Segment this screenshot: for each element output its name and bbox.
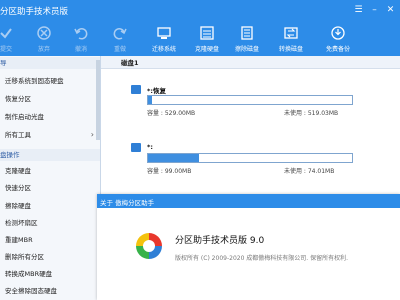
free-backup-label: 免费备份 xyxy=(325,46,350,53)
redo-button[interactable]: 重做 xyxy=(100,22,140,56)
sidebar-item-clone-disk[interactable]: 克隆硬盘 xyxy=(0,164,100,178)
undo-label: 撤消 xyxy=(74,46,87,53)
about-dialog-titlebar[interactable]: 关于 傲梅分区助手 xyxy=(97,194,400,208)
sidebar-item-migrate-os[interactable]: 迁移系统到固态硬盘 xyxy=(0,74,100,88)
migrate-system-button[interactable]: 迁移系统 xyxy=(144,22,184,56)
submit-icon xyxy=(0,28,12,39)
about-dialog: 关于 傲梅分区助手 分区助手技术员版 9.0 版权所有 (C) 2009-202… xyxy=(97,194,400,300)
partition-name: *: xyxy=(147,143,153,151)
sidebar: 导 迁移系统到固态硬盘 恢复分区 制作启动光盘 所有工具 › 盘操作 克隆硬盘 … xyxy=(0,56,101,300)
partition-unnamed[interactable]: *: 容量 : 99.00MB 未使用 : 74.01MB xyxy=(129,142,355,180)
free-backup-icon xyxy=(331,26,345,40)
undo-icon xyxy=(74,28,88,40)
partition-icon xyxy=(131,143,141,152)
partition-usage-bar xyxy=(147,95,353,105)
wipe-disk-button[interactable]: 擦除磁盘 xyxy=(227,22,267,56)
partition-icon xyxy=(131,85,141,94)
sidebar-item-label: 克隆硬盘 xyxy=(5,167,31,175)
migrate-system-label: 迁移系统 xyxy=(151,46,176,53)
about-app-name: 分区助手技术员版 9.0 xyxy=(175,236,265,246)
redo-icon xyxy=(113,28,127,40)
sidebar-item-label: 重建MBR xyxy=(5,236,33,244)
migrate-system-icon xyxy=(157,27,171,39)
partition-free: 未使用 : 519.03MB xyxy=(284,110,339,117)
disk-header: 磁盘1 xyxy=(101,56,400,69)
sidebar-item-label: 安全擦除固态硬盘 xyxy=(5,287,57,295)
clone-disk-icon xyxy=(200,26,214,40)
convert-disk-label: 转换磁盘 xyxy=(278,46,303,53)
sidebar-section-disk-ops-label: 盘操作 xyxy=(0,151,20,159)
sidebar-item-label: 快速分区 xyxy=(5,184,31,192)
sidebar-item-wipe-disk[interactable]: 擦除硬盘 xyxy=(0,199,100,213)
partition-name: *:恢复 xyxy=(147,87,166,95)
sidebar-item-convert-mbr[interactable]: 转换成MBR硬盘 xyxy=(0,267,100,281)
partition-free: 未使用 : 74.01MB xyxy=(284,168,335,175)
partition-usage-bar xyxy=(147,153,353,163)
partition-usage-fill xyxy=(148,96,153,104)
sidebar-item-bootable-media[interactable]: 制作启动光盘 xyxy=(0,110,100,124)
sidebar-item-recover-partition[interactable]: 恢复分区 xyxy=(0,92,100,106)
wipe-disk-icon xyxy=(241,26,253,40)
clone-disk-label: 克隆硬盘 xyxy=(194,46,219,53)
submit-button[interactable]: 提交 xyxy=(0,22,26,56)
free-backup-button[interactable]: 免费备份 xyxy=(315,22,361,56)
window-title: 分区助手技术员版 xyxy=(0,7,69,17)
sidebar-section-wizard-label: 导 xyxy=(0,59,7,67)
sidebar-item-all-tools[interactable]: 所有工具 › xyxy=(0,128,100,142)
about-dialog-title: 关于 傲梅分区助手 xyxy=(100,199,155,207)
sidebar-scrollbar[interactable] xyxy=(96,60,100,140)
discard-button[interactable]: 放弃 xyxy=(24,22,64,56)
submit-label: 提交 xyxy=(0,46,12,53)
partition-capacity: 容量 : 99.00MB xyxy=(147,168,192,175)
app-logo-icon xyxy=(136,233,162,259)
convert-disk-icon xyxy=(284,27,298,39)
sidebar-item-label: 恢复分区 xyxy=(5,95,31,103)
sidebar-item-secure-erase-ssd[interactable]: 安全擦除固态硬盘 xyxy=(0,284,100,298)
discard-icon xyxy=(37,26,51,40)
sidebar-section-disk-ops: 盘操作 xyxy=(0,149,100,161)
sidebar-item-label: 所有工具 xyxy=(5,131,31,139)
redo-label: 重做 xyxy=(113,46,126,53)
undo-button[interactable]: 撤消 xyxy=(61,22,101,56)
sidebar-item-quick-partition[interactable]: 快速分区 xyxy=(0,181,100,195)
title-bar: 分区助手技术员版 ☰ – ✕ xyxy=(0,0,400,22)
convert-disk-button[interactable]: 转换磁盘 xyxy=(271,22,311,56)
about-copyright: 版权所有 (C) 2009-2020 成都傲梅科技有限公司. 保留所有权利. xyxy=(175,255,349,262)
discard-label: 放弃 xyxy=(37,46,50,53)
chevron-right-icon: › xyxy=(90,130,94,139)
wipe-disk-label: 擦除磁盘 xyxy=(234,46,259,53)
sidebar-item-label: 转换成MBR硬盘 xyxy=(5,270,53,278)
sidebar-item-label: 制作启动光盘 xyxy=(5,113,44,121)
sidebar-item-rebuild-mbr[interactable]: 重建MBR xyxy=(0,233,100,247)
minimize-icon[interactable]: – xyxy=(368,0,381,20)
sidebar-item-check-bad-sectors[interactable]: 检测坏扇区 xyxy=(0,216,100,230)
sidebar-item-label: 擦除硬盘 xyxy=(5,202,31,210)
sidebar-section-wizard: 导 xyxy=(0,57,100,69)
sidebar-item-label: 删除所有分区 xyxy=(5,253,44,261)
partition-usage-fill xyxy=(148,154,199,162)
partition-recovery[interactable]: *:恢复 容量 : 529.00MB 未使用 : 519.03MB xyxy=(129,84,355,122)
sidebar-item-delete-all-partitions[interactable]: 删除所有分区 xyxy=(0,250,100,264)
sidebar-item-label: 迁移系统到固态硬盘 xyxy=(5,77,64,85)
clone-disk-button[interactable]: 克隆硬盘 xyxy=(187,22,227,56)
toolbar: 提交 放弃 撤消 重做 迁移系统 克隆硬盘 擦除磁盘 转换磁盘 免费备份 xyxy=(0,22,400,57)
partition-capacity: 容量 : 529.00MB xyxy=(147,110,196,117)
menu-icon[interactable]: ☰ xyxy=(352,0,365,20)
close-icon[interactable]: ✕ xyxy=(384,0,397,20)
sidebar-item-label: 检测坏扇区 xyxy=(5,219,38,227)
disk-label: 磁盘1 xyxy=(121,59,139,67)
